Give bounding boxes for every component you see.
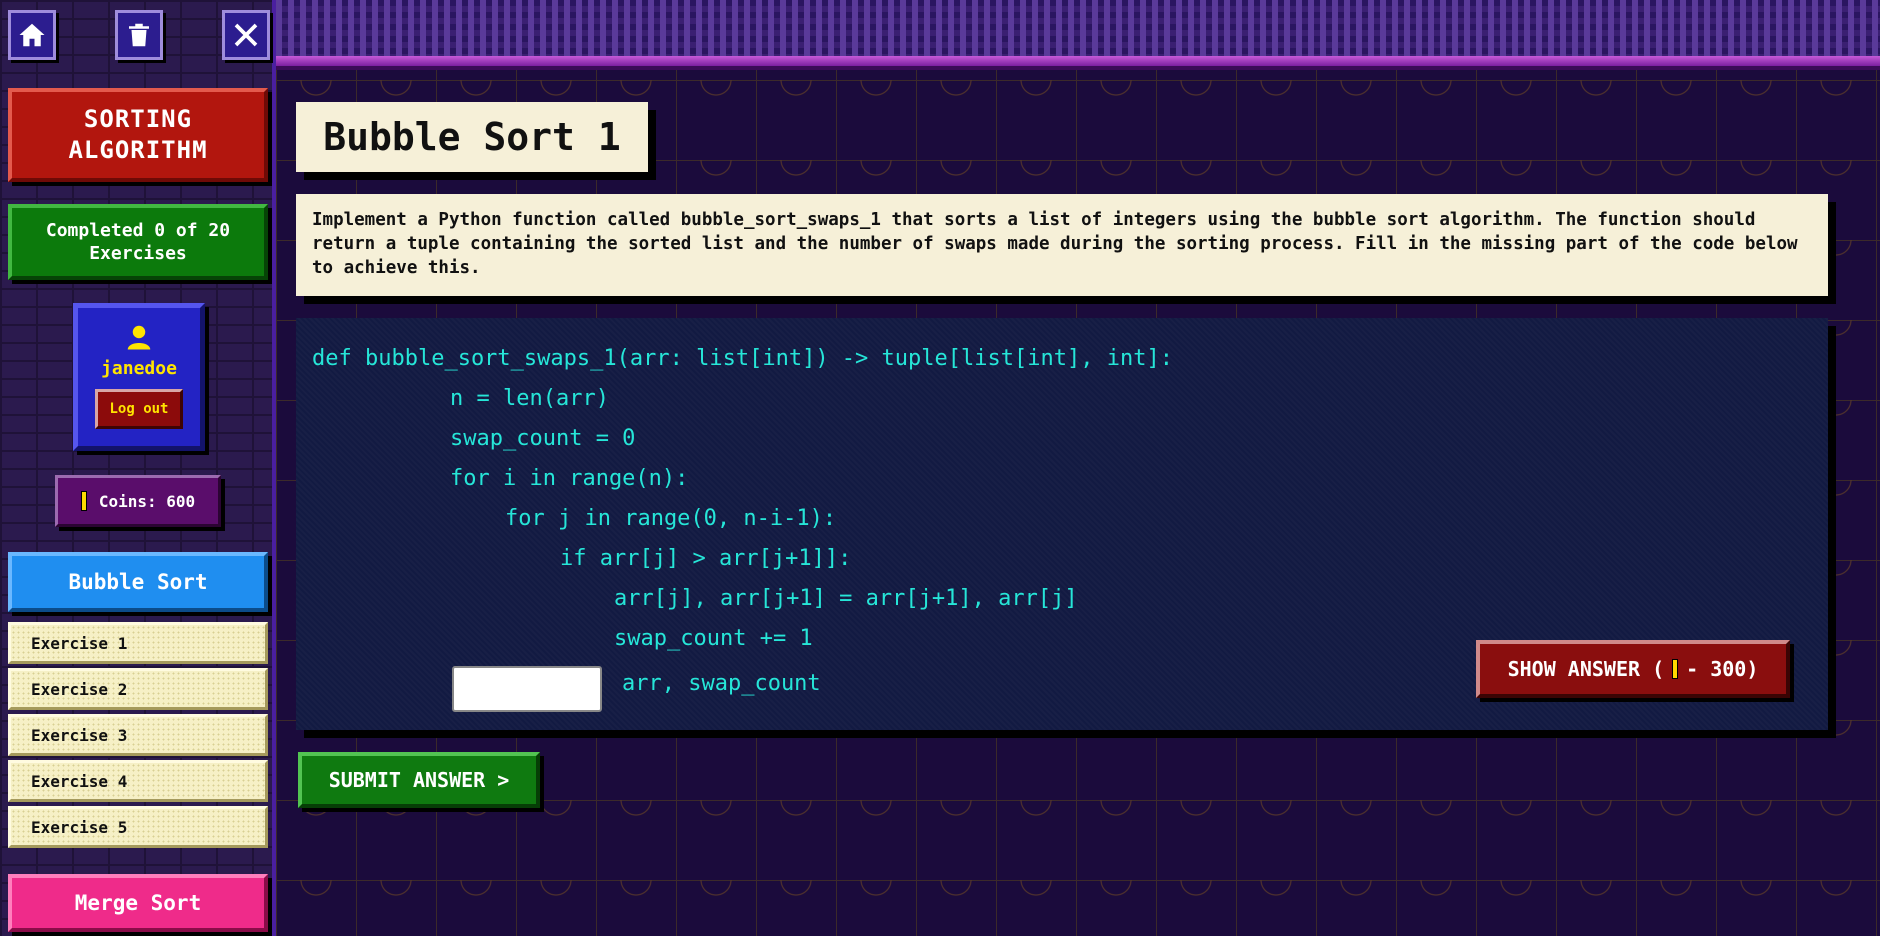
exercise-item-1[interactable]: Exercise 1 (8, 622, 268, 664)
topic-merge-sort[interactable]: Merge Sort (8, 874, 268, 932)
answer-input[interactable] (452, 666, 602, 712)
code-line-4: for i in range(n): (450, 466, 689, 491)
code-line-3: swap_count = 0 (450, 426, 636, 451)
code-line-9: arr, swap_count (622, 671, 821, 696)
coin-balance: Coins: 600 (55, 475, 221, 527)
show-answer-cost: - 300) (1686, 657, 1759, 681)
code-line-7: arr[j], arr[j+1] = arr[j+1], arr[j] (614, 586, 1078, 611)
show-answer-label: SHOW ANSWER ( (1507, 657, 1665, 681)
username: janedoe (101, 358, 177, 379)
page-title: Bubble Sort 1 (296, 102, 648, 172)
exercise-item-5[interactable]: Exercise 5 (8, 806, 268, 848)
code-line-6: if arr[j] > arr[j+1]]: (560, 546, 852, 571)
exercise-item-2[interactable]: Exercise 2 (8, 668, 268, 710)
topic-bubble-sort[interactable]: Bubble Sort (8, 552, 268, 612)
home-button[interactable] (8, 10, 56, 60)
close-button[interactable] (222, 10, 270, 60)
home-icon (19, 23, 45, 47)
header-bar (276, 56, 1880, 70)
code-line-1: def bubble_sort_swaps_1(arr: list[int]) … (312, 346, 1173, 371)
sidebar: SORTING ALGORITHM Completed 0 of 20 Exer… (0, 0, 276, 936)
code-line-5: for j in range(0, n-i-1): (505, 506, 837, 531)
exercise-item-4[interactable]: Exercise 4 (8, 760, 268, 802)
show-answer-button[interactable]: SHOW ANSWER ( - 300) (1476, 640, 1790, 698)
exercise-description: Implement a Python function called bubbl… (296, 194, 1828, 296)
course-title: SORTING ALGORITHM (8, 88, 268, 182)
code-line-8: swap_count += 1 (614, 626, 813, 651)
coin-icon (1672, 659, 1679, 679)
main-area: Bubble Sort 1 Implement a Python functio… (276, 0, 1880, 936)
logout-button[interactable]: Log out (95, 389, 183, 429)
progress-badge: Completed 0 of 20 Exercises (8, 204, 268, 280)
top-icon-bar (8, 10, 270, 62)
exercise-item-3[interactable]: Exercise 3 (8, 714, 268, 756)
close-icon (234, 23, 258, 47)
user-icon (127, 325, 151, 350)
code-line-2: n = len(arr) (450, 386, 609, 411)
submit-answer-button[interactable]: SUBMIT ANSWER > (298, 752, 540, 808)
code-panel: def bubble_sort_swaps_1(arr: list[int]) … (296, 318, 1828, 730)
coin-balance-label: Coins: 600 (98, 491, 196, 511)
header-pattern (276, 0, 1880, 56)
trash-icon (129, 23, 149, 47)
trash-button[interactable] (115, 10, 163, 60)
user-card: janedoe Log out (73, 303, 205, 451)
coin-icon (80, 491, 87, 511)
